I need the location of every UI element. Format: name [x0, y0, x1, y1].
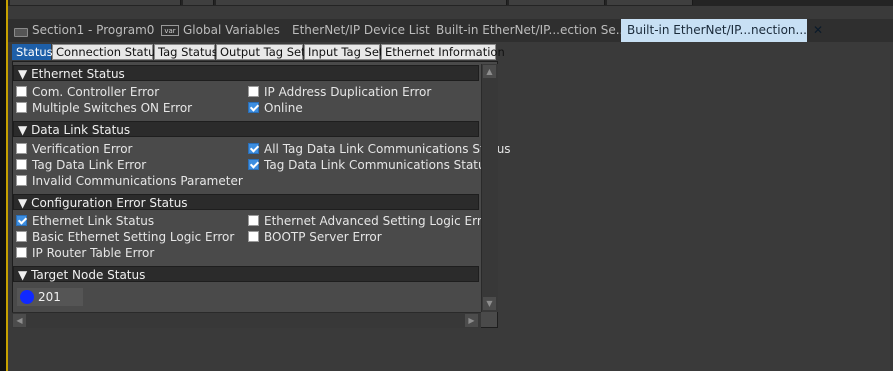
- status-item-label: IP Address Duplication Error: [264, 85, 432, 99]
- status-item-label: All Tag Data Link Communications Status: [264, 142, 511, 156]
- section-header-ethernet-status[interactable]: ▼ Ethernet Status: [13, 65, 479, 81]
- node-status-dot-icon: [20, 290, 34, 304]
- left-edge-accent: [6, 0, 8, 371]
- section-title: Target Node Status: [31, 268, 146, 282]
- status-item-ethernet-link-status[interactable]: Ethernet Link Status: [16, 213, 154, 229]
- variable-table-icon: var: [161, 25, 179, 36]
- checkbox: [248, 86, 259, 97]
- section-header-data-link-status[interactable]: ▼ Data Link Status: [13, 121, 479, 137]
- checkbox-checked: [248, 159, 259, 170]
- checkbox: [248, 215, 259, 226]
- section-title: Ethernet Status: [31, 67, 125, 81]
- status-item-invalid-communications-parameter[interactable]: Invalid Communications Parameter: [16, 173, 243, 189]
- status-item-basic-ethernet-setting-logic-error[interactable]: Basic Ethernet Setting Logic Error: [16, 229, 234, 245]
- tab-ethernet-ip-device-list[interactable]: EtherNet/IP Device List: [286, 19, 430, 42]
- checkbox: [16, 247, 27, 258]
- tab-label: Built-in EtherNet/IP...nection...: [627, 23, 807, 37]
- status-item-label: Verification Error: [32, 142, 133, 156]
- toolbar-segment: [216, 0, 507, 5]
- checkbox: [248, 231, 259, 242]
- section-title: Configuration Error Status: [31, 196, 188, 210]
- toolbar-segment: [183, 0, 214, 5]
- tab-label: Global Variables: [183, 23, 280, 37]
- checkbox-checked: [248, 102, 259, 113]
- scroll-up-icon[interactable]: ▲: [483, 65, 496, 78]
- tab-global-variables[interactable]: var Global Variables: [155, 19, 280, 42]
- subtab-ethernet-information[interactable]: Ethernet Information: [381, 44, 505, 60]
- status-item-com-controller-error[interactable]: Com. Controller Error: [16, 84, 159, 100]
- status-item-tag-data-link-communications-status[interactable]: Tag Data Link Communications Status: [248, 157, 492, 173]
- status-item-all-tag-data-link-communications-status[interactable]: All Tag Data Link Communications Status: [248, 141, 511, 157]
- status-item-label: Tag Data Link Error: [32, 158, 147, 172]
- status-item-label: IP Router Table Error: [32, 246, 155, 260]
- toolbar-segment: [607, 0, 693, 5]
- expand-icon: ▼: [18, 196, 28, 210]
- tab-label: Built-in EtherNet/IP...ection Se...: [436, 23, 628, 37]
- node-number: 201: [38, 290, 61, 304]
- toolbar-segment: [509, 0, 605, 5]
- status-item-label: Ethernet Link Status: [32, 214, 155, 228]
- checkbox: [16, 86, 27, 97]
- status-item-ethernet-advanced-setting-logic-error[interactable]: Ethernet Advanced Setting Logic Error: [248, 213, 494, 229]
- subtab-connection-status[interactable]: Connection Status: [52, 44, 161, 60]
- status-item-ip-address-duplication-error[interactable]: IP Address Duplication Error: [248, 84, 431, 100]
- status-item-label: Online: [264, 101, 303, 115]
- checkbox: [16, 159, 27, 170]
- subtab-input-tag-set[interactable]: Input Tag Set: [304, 44, 383, 60]
- toolbar-segment: [10, 0, 181, 5]
- expand-icon: ▼: [18, 67, 28, 81]
- vertical-scrollbar[interactable]: ▲ ▼: [481, 64, 498, 312]
- tab-builtin-ethernet-ip-connection-settings[interactable]: Built-in EtherNet/IP...ection Se...: [430, 19, 627, 42]
- status-item-label: Ethernet Advanced Setting Logic Error: [264, 214, 494, 228]
- document-tab-bar: Section1 - Program0 var Global Variables …: [8, 19, 893, 42]
- subtab-status[interactable]: Status: [12, 44, 53, 60]
- checkbox: [16, 102, 27, 113]
- status-item-verification-error[interactable]: Verification Error: [16, 141, 133, 157]
- checkbox: [16, 143, 27, 154]
- status-item-label: Invalid Communications Parameter: [32, 174, 243, 188]
- checkbox-checked: [16, 215, 27, 226]
- top-toolbar-strip: [0, 0, 893, 6]
- expand-icon: ▼: [18, 123, 28, 137]
- status-item-multiple-switches-on-error[interactable]: Multiple Switches ON Error: [16, 100, 192, 116]
- subtab-tag-status[interactable]: Tag Status: [154, 44, 218, 60]
- tab-label: Section1 - Program0: [32, 23, 155, 37]
- close-icon[interactable]: ✕: [813, 23, 823, 37]
- status-item-bootp-server-error[interactable]: BOOTP Server Error: [248, 229, 382, 245]
- subtab-output-tag-set[interactable]: Output Tag Set: [216, 44, 306, 60]
- target-node-201[interactable]: 201: [17, 288, 83, 306]
- program-icon: [14, 26, 28, 37]
- checkbox-checked: [248, 143, 259, 154]
- status-item-label: Multiple Switches ON Error: [32, 101, 193, 115]
- expand-icon: ▼: [18, 268, 28, 282]
- section-header-configuration-error-status[interactable]: ▼ Configuration Error Status: [13, 194, 479, 210]
- status-item-label: Basic Ethernet Setting Logic Error: [32, 230, 235, 244]
- section-title: Data Link Status: [31, 123, 131, 137]
- left-edge-bar: [0, 0, 8, 371]
- status-item-label: BOOTP Server Error: [264, 230, 382, 244]
- checkbox: [16, 175, 27, 186]
- tab-section1-program0[interactable]: Section1 - Program0: [8, 19, 154, 42]
- status-item-online[interactable]: Online: [248, 100, 303, 116]
- tab-builtin-ethernet-ip-connection-status[interactable]: Built-in EtherNet/IP...nection... ✕: [621, 19, 823, 42]
- scroll-down-icon[interactable]: ▼: [483, 297, 496, 310]
- status-item-label: Com. Controller Error: [32, 85, 160, 99]
- horizontal-scrollbar[interactable]: ◀ ▶: [12, 312, 481, 328]
- status-item-label: Tag Data Link Communications Status: [264, 158, 492, 172]
- scroll-right-icon[interactable]: ▶: [465, 314, 478, 327]
- tab-label: EtherNet/IP Device List: [292, 23, 430, 37]
- status-item-ip-router-table-error[interactable]: IP Router Table Error: [16, 245, 154, 261]
- section-header-target-node-status[interactable]: ▼ Target Node Status: [13, 266, 479, 282]
- checkbox: [16, 231, 27, 242]
- status-item-tag-data-link-error[interactable]: Tag Data Link Error: [16, 157, 146, 173]
- scroll-left-icon[interactable]: ◀: [13, 314, 26, 327]
